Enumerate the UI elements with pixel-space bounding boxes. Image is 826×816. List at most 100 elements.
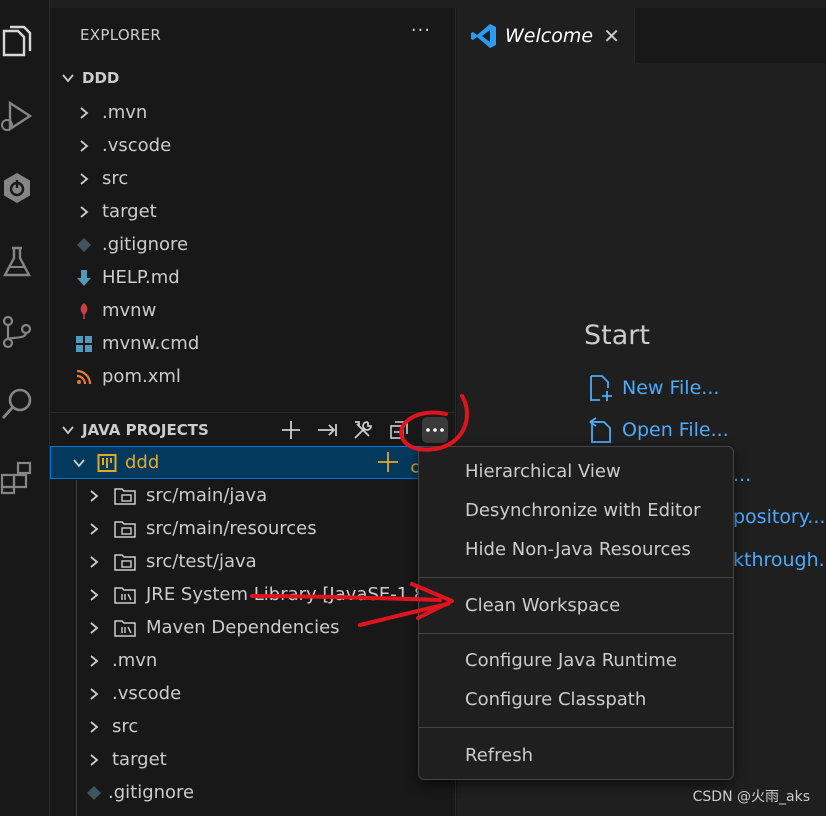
workspace-name: DDD — [82, 69, 120, 87]
chevron-right-icon — [74, 172, 94, 186]
activity-bar — [0, 0, 50, 816]
explorer-title: EXPLORER — [80, 26, 162, 44]
library-icon — [112, 619, 138, 637]
java-project-item-label: .mvn — [112, 650, 158, 671]
git-icon — [74, 237, 94, 253]
explorer-item-label: mvnw — [102, 300, 157, 321]
explorer-item-label: .gitignore — [102, 234, 189, 255]
new-file-link[interactable]: New File... — [588, 374, 719, 402]
chevron-right-icon — [84, 522, 104, 536]
explorer-file-row[interactable]: mvnw — [50, 294, 456, 327]
package-folder-icon — [112, 553, 138, 571]
chevron-right-icon — [74, 106, 94, 120]
workspace-section-header[interactable]: DDD — [50, 62, 456, 94]
project-icon — [97, 453, 117, 473]
windows-cmd-icon — [74, 335, 94, 353]
explorer-folder-row[interactable]: .vscode — [50, 129, 456, 162]
menu-separator — [419, 727, 733, 728]
spring-boot-icon[interactable] — [0, 168, 34, 208]
menu-item-refresh[interactable]: Refresh — [465, 740, 533, 770]
open-file-label: Open File... — [622, 419, 729, 441]
java-project-item-label: Maven Dependencies — [146, 617, 340, 638]
explorer-file-row[interactable]: pom.xml — [50, 360, 456, 393]
new-project-icon[interactable] — [278, 417, 304, 443]
menu-item-hierarchical-view[interactable]: Hierarchical View — [465, 456, 621, 486]
open-file-link[interactable]: Open File... — [588, 416, 729, 444]
clone-repository-link[interactable]: pository... — [733, 506, 825, 528]
watermark: CSDN @火雨_aks — [692, 789, 810, 805]
more-actions-icon[interactable] — [422, 417, 448, 443]
explorer-folder-row[interactable]: target — [50, 195, 456, 228]
close-icon[interactable]: ✕ — [603, 24, 620, 48]
chevron-right-icon — [84, 720, 104, 734]
vscode-logo-icon — [471, 23, 497, 49]
java-project-item-label: target — [112, 749, 167, 770]
explorer-file-row[interactable]: mvnw.cmd — [50, 327, 456, 360]
build-tools-icon[interactable] — [350, 417, 376, 443]
tab-label: Welcome — [505, 24, 594, 47]
java-project-item-label: .gitignore — [108, 782, 195, 803]
menu-item-clean-workspace[interactable]: Clean Workspace — [465, 590, 620, 620]
java-project-tree-row[interactable]: src/main/java — [50, 479, 456, 512]
walkthrough-label: kthrough... — [733, 549, 826, 571]
library-icon — [112, 586, 138, 604]
menu-item-configure-runtime[interactable]: Configure Java Runtime — [465, 645, 677, 675]
java-project-tree-row[interactable]: target — [50, 743, 456, 776]
chevron-right-icon — [84, 555, 104, 569]
explorer-item-label: src — [102, 168, 129, 189]
run-debug-icon[interactable] — [0, 96, 34, 136]
menu-separator — [419, 633, 733, 634]
java-project-tree-row[interactable]: .gitignore — [50, 776, 456, 809]
link-with-editor-icon[interactable] — [314, 417, 340, 443]
java-project-tree-row[interactable]: .mvn — [50, 644, 456, 677]
java-projects-toolbar — [278, 414, 448, 446]
explorer-icon[interactable] — [0, 22, 34, 62]
start-link-partial[interactable]: ... — [733, 464, 751, 486]
source-control-icon[interactable] — [0, 312, 34, 352]
explorer-file-row[interactable]: .gitignore — [50, 228, 456, 261]
title-strip — [50, 0, 826, 8]
context-menu: Hierarchical View Desynchronize with Edi… — [418, 446, 734, 780]
java-project-tree-row[interactable]: .vscode — [50, 677, 456, 710]
testing-icon[interactable] — [0, 242, 34, 282]
java-project-item-label: src/main/java — [146, 485, 268, 506]
menu-item-configure-classpath[interactable]: Configure Classpath — [465, 684, 646, 714]
menu-item-desynchronize[interactable]: Desynchronize with Editor — [465, 495, 701, 525]
clone-repository-label: pository... — [733, 506, 826, 528]
java-project-tree-row[interactable]: src — [50, 710, 456, 743]
java-project-item-label: src — [112, 716, 139, 737]
java-project-tree-row[interactable]: src/main/resources — [50, 512, 456, 545]
chevron-right-icon — [84, 687, 104, 701]
menu-item-hide-non-java[interactable]: Hide Non-Java Resources — [465, 534, 691, 564]
explorer-item-label: HELP.md — [102, 267, 180, 288]
search-icon[interactable] — [0, 384, 34, 424]
shell-script-icon — [74, 302, 94, 320]
markdown-icon — [74, 269, 94, 287]
chevron-down-icon — [54, 71, 82, 85]
chevron-right-icon — [74, 205, 94, 219]
explorer-folder-row[interactable]: .mvn — [50, 96, 456, 129]
chevron-right-icon — [84, 654, 104, 668]
explorer-more-icon[interactable]: ··· — [411, 20, 431, 41]
java-project-tree-row[interactable]: JRE System Library [JavaSE-1.8] — [50, 578, 456, 611]
explorer-file-row[interactable]: HELP.md — [50, 261, 456, 294]
explorer-item-label: .vscode — [102, 135, 172, 156]
chevron-down-icon — [54, 423, 82, 437]
java-projects-section-header[interactable]: JAVA PROJECTS — [50, 414, 456, 446]
chevron-right-icon — [84, 753, 104, 767]
package-folder-icon — [112, 487, 138, 505]
chevron-right-icon — [84, 489, 104, 503]
explorer-item-label: .mvn — [102, 102, 148, 123]
extensions-icon[interactable] — [0, 458, 34, 498]
explorer-folder-row[interactable]: src — [50, 162, 456, 195]
java-project-tree-row[interactable]: src/test/java — [50, 545, 456, 578]
tab-welcome[interactable]: Welcome ✕ — [457, 8, 635, 63]
collapse-all-icon[interactable] — [386, 417, 412, 443]
git-icon — [84, 785, 104, 801]
project-name: ddd — [125, 452, 160, 473]
project-row-ddd[interactable]: ddd — [50, 446, 456, 479]
java-projects-title: JAVA PROJECTS — [82, 421, 209, 439]
java-project-tree-row[interactable]: Maven Dependencies — [50, 611, 456, 644]
add-icon[interactable] — [377, 451, 399, 478]
walkthrough-link[interactable]: kthrough... — [733, 549, 826, 571]
